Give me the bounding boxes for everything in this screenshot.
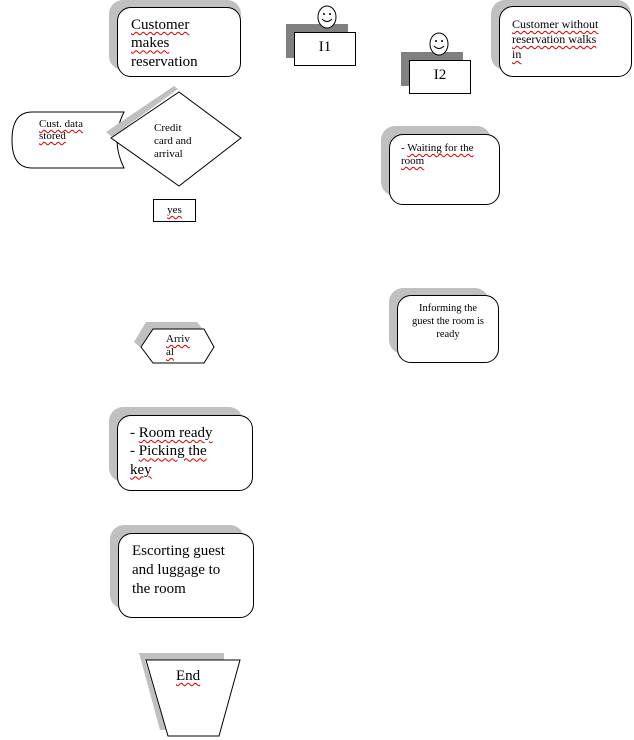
node-text-line: key	[130, 461, 152, 478]
node-text-line: reservation	[131, 53, 198, 70]
terminator-trapezoid	[139, 653, 241, 737]
yes-label: yes	[167, 204, 182, 216]
node-text-line: Cust. data	[39, 118, 83, 130]
node-text-line: stored	[39, 130, 66, 143]
actor-label: I2	[433, 67, 447, 83]
node-text-line: makes	[131, 35, 170, 52]
node-text-line: guest the room is	[411, 316, 485, 328]
end-label: End	[176, 668, 201, 684]
node-text-line: reservation walks	[512, 32, 597, 46]
smiley-face-icon	[317, 5, 337, 29]
node-text-line: Customer without	[512, 17, 599, 31]
node-text-line: - Waiting for the	[401, 142, 474, 154]
node-text-line: al	[166, 346, 174, 359]
node-text-line: Arriv	[166, 333, 190, 345]
node-text-line: room	[401, 155, 425, 168]
node-text-line: and luggage to	[132, 562, 221, 579]
smiley-face-icon	[429, 32, 449, 56]
node-text-line: the room	[132, 581, 186, 598]
node-text-line: - Picking the	[130, 443, 207, 460]
node-text-line: card and	[154, 135, 192, 148]
node-text-line: arrival	[154, 148, 183, 161]
node-text-line: Customer	[131, 17, 190, 33]
node-text-line: Informing the	[418, 303, 478, 314]
actor-label: I1	[318, 39, 332, 55]
node-text-line: in	[512, 47, 522, 61]
node-text-line: Escorting guest	[132, 543, 225, 559]
node-text-line: ready	[436, 329, 460, 341]
node-text-line: Credit	[154, 122, 182, 134]
node-text-line: - Room ready	[130, 425, 213, 441]
